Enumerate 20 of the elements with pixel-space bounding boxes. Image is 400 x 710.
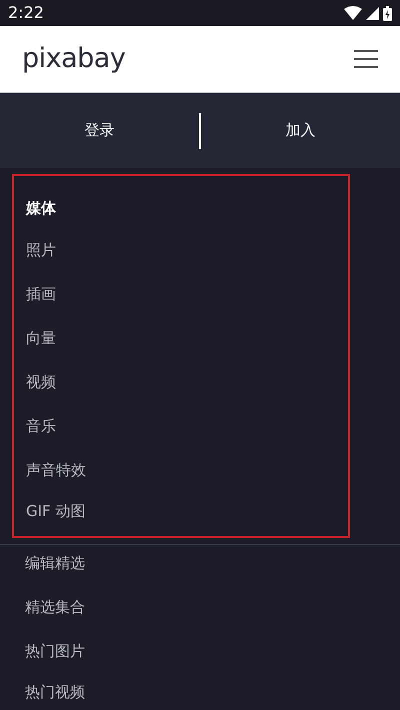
menu-item[interactable]: 音乐 [26, 404, 56, 448]
menu-item[interactable]: 热门图片 [25, 629, 85, 673]
login-button[interactable]: 登录 [0, 93, 199, 168]
logo[interactable]: pixabay [22, 38, 126, 80]
menu-item[interactable]: 插画 [26, 272, 56, 316]
menu-item[interactable]: 热门视频 [25, 673, 85, 710]
menu-item[interactable]: 编辑精选 [25, 541, 85, 585]
menu-item[interactable]: 声音特效 [26, 448, 86, 492]
menu-icon[interactable] [354, 49, 378, 69]
menu-item[interactable]: 视频 [26, 360, 56, 404]
menu-item[interactable]: 精选集合 [25, 585, 85, 629]
join-button[interactable]: 加入 [201, 93, 400, 168]
menu-item[interactable]: 向量 [26, 316, 56, 360]
signal-icon [366, 6, 379, 20]
battery-icon [383, 6, 392, 20]
menu-heading: 媒体 [26, 198, 57, 219]
menu-item[interactable]: GIF 动图 [26, 492, 86, 530]
menu-item[interactable]: 照片 [26, 228, 56, 272]
clock-time: 2:22 [8, 2, 44, 24]
wifi-icon [344, 6, 362, 20]
